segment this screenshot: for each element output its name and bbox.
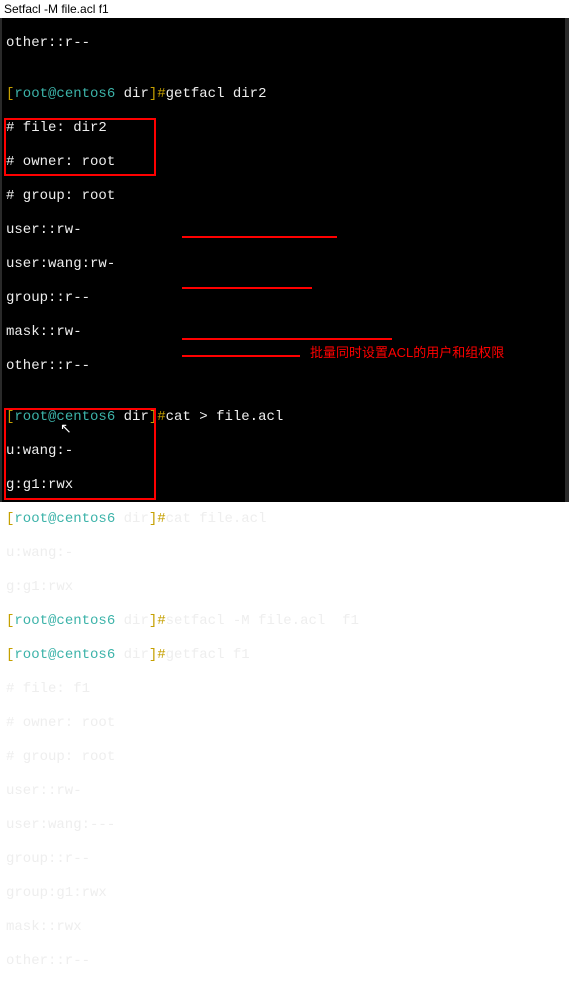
output-line: user::rw- (6, 222, 561, 239)
header-command: Setfacl -M file.acl f1 (0, 0, 569, 18)
output-line: # file: f1 (6, 681, 561, 698)
bracket-close: ]# (149, 86, 166, 102)
output-line: user::rw- (6, 783, 561, 800)
output-line: g:g1:rwx (6, 477, 561, 494)
prompt-dir: dir (115, 647, 149, 663)
output-line: other::r-- (6, 358, 561, 375)
command-text: cat > file.acl (166, 409, 284, 425)
output-line: # owner: root (6, 715, 561, 732)
prompt-user-host: root@centos6 (14, 86, 115, 102)
output-line: # owner: root (6, 154, 561, 171)
output-line: u:wang:- (6, 545, 561, 562)
output-line: u:wang:- (6, 443, 561, 460)
output-line: # file: dir2 (6, 120, 561, 137)
prompt-line: [root@centos6 dir]#cat > file.acl (6, 409, 561, 426)
output-line: group::r-- (6, 851, 561, 868)
prompt-user-host: root@centos6 (14, 511, 115, 527)
prompt-user-host: root@centos6 (14, 647, 115, 663)
command-text: getfacl f1 (166, 647, 250, 663)
output-line: g:g1:rwx (6, 579, 561, 596)
prompt-line: [root@centos6 dir]#setfacl -M file.acl f… (6, 613, 561, 630)
highlight-underline-getfacl (182, 355, 300, 357)
prompt-dir: dir (115, 613, 149, 629)
output-line: user:wang:rw- (6, 256, 561, 273)
bracket-open: [ (6, 613, 14, 629)
output-line: mask::rw- (6, 324, 561, 341)
command-text: getfacl dir2 (166, 86, 267, 102)
prompt-line: [root@centos6 dir]#getfacl f1 (6, 647, 561, 664)
prompt-user-host: root@centos6 (14, 409, 115, 425)
prompt-dir: dir (115, 409, 149, 425)
terminal[interactable]: other::r-- [root@centos6 dir]#getfacl di… (0, 18, 569, 502)
output-line: user:wang:--- (6, 817, 561, 834)
prompt-dir: dir (115, 86, 149, 102)
command-text: setfacl -M file.acl f1 (166, 613, 359, 629)
highlight-underline-cat-read (182, 287, 312, 289)
bracket-close: ]# (149, 647, 166, 663)
output-line: other::r-- (6, 35, 561, 52)
output-line: group:g1:rwx (6, 885, 561, 902)
command-text: cat file.acl (166, 511, 267, 527)
bracket-close: ]# (149, 613, 166, 629)
output-line: group::r-- (6, 290, 561, 307)
bracket-open: [ (6, 511, 14, 527)
bracket-close: ]# (149, 511, 166, 527)
prompt-user-host: root@centos6 (14, 613, 115, 629)
prompt-line: [root@centos6 dir]#cat file.acl (6, 511, 561, 528)
prompt-line: [root@centos6 dir]#getfacl dir2 (6, 86, 561, 103)
prompt-dir: dir (115, 511, 149, 527)
output-line: other::r-- (6, 953, 561, 970)
bracket-close: ]# (149, 409, 166, 425)
output-line: mask::rwx (6, 919, 561, 936)
output-line: # group: root (6, 749, 561, 766)
output-line: # group: root (6, 188, 561, 205)
bracket-open: [ (6, 647, 14, 663)
